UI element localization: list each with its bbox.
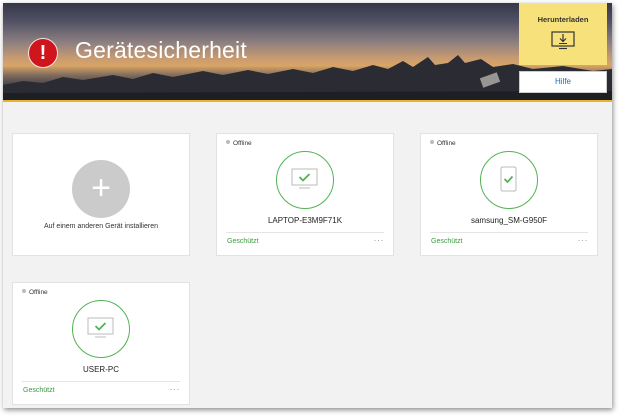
more-options-button[interactable]: ··· [578, 235, 589, 245]
device-card[interactable]: Offline LAPTOP-E3M9F71K Geschützt ··· [216, 133, 394, 256]
download-button-label: Herunterladen [537, 15, 589, 24]
phone-check-icon [500, 166, 517, 192]
protection-status: Geschützt [23, 387, 55, 394]
plus-icon: + [91, 169, 111, 207]
status-dot [226, 140, 230, 144]
page-title: Gerätesicherheit [75, 37, 247, 63]
divider [430, 232, 588, 233]
banner-accent-line [3, 100, 612, 102]
device-status: Offline [430, 140, 456, 147]
add-device-card[interactable]: + Auf einem anderen Gerät installieren [12, 133, 190, 256]
device-card[interactable]: Offline USER-PC Geschützt ··· [12, 282, 190, 405]
device-name: USER-PC [82, 365, 119, 374]
status-dot [22, 289, 26, 293]
protection-status: Geschützt [227, 238, 259, 245]
warning-icon: ! [28, 38, 58, 68]
protection-status: Geschützt [431, 238, 463, 245]
divider [226, 232, 384, 233]
device-name: LAPTOP-E3M9F71K [267, 216, 343, 225]
monitor-download-icon [551, 31, 575, 50]
monitor-check-icon [87, 317, 114, 338]
divider [22, 381, 180, 382]
device-name: samsung_SM-G950F [470, 216, 548, 225]
device-status-text: Offline [437, 140, 456, 147]
device-status-circle [480, 151, 538, 209]
help-button[interactable]: Hilfe [519, 71, 607, 93]
device-status: Offline [226, 140, 252, 147]
more-options-button[interactable]: ··· [170, 384, 181, 394]
device-status-circle [72, 300, 130, 358]
download-button[interactable]: Herunterladen [519, 3, 607, 65]
device-status-text: Offline [233, 140, 252, 147]
status-dot [430, 140, 434, 144]
device-status-text: Offline [29, 289, 48, 296]
device-status: Offline [22, 289, 48, 296]
app-window: ! Gerätesicherheit Herunterladen Hilfe +… [3, 3, 612, 408]
add-device-button[interactable]: + [72, 160, 130, 218]
more-options-button[interactable]: ··· [374, 235, 385, 245]
add-device-label: Auf einem anderen Gerät installieren [43, 223, 158, 230]
device-status-circle [276, 151, 334, 209]
monitor-check-icon [291, 168, 318, 189]
device-card[interactable]: Offline samsung_SM-G950F Geschützt ··· [420, 133, 598, 256]
